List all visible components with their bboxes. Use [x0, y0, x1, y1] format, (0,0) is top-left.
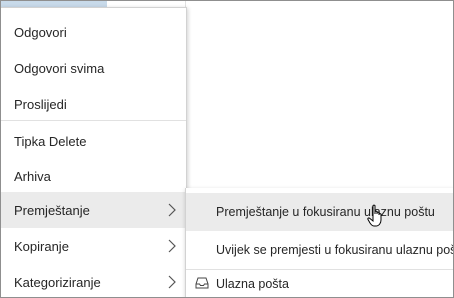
- menu-item-archive[interactable]: Arhiva: [1, 158, 186, 194]
- chevron-right-icon: [168, 275, 176, 289]
- chevron-right-icon: [168, 239, 176, 253]
- menu-item-categorize[interactable]: Kategoriziranje: [1, 264, 186, 297]
- inbox-icon: [195, 277, 209, 289]
- menu-item-reply-all[interactable]: Odgovori svima: [1, 50, 186, 86]
- menu-item-label: Kopiranje: [14, 238, 69, 254]
- menu-item-label: Kategoriziranje: [14, 274, 101, 290]
- app-window: Odgovori Odgovori svima Proslijedi Tipka…: [0, 0, 454, 298]
- menu-item-label: Arhiva: [14, 168, 51, 184]
- hand-pointer-cursor-icon: [367, 204, 382, 227]
- context-menu: Odgovori Odgovori svima Proslijedi Tipka…: [1, 7, 187, 297]
- menu-item-label: Premještanje: [14, 202, 90, 218]
- menu-separator: [1, 120, 186, 121]
- submenu-item-always-move-to-focused[interactable]: Uvijek se premjesti u fokusiranu ulaznu …: [186, 231, 454, 269]
- move-submenu: Premještanje u fokusiranu ulaznu poštu U…: [185, 188, 454, 297]
- menu-item-delete[interactable]: Tipka Delete: [1, 123, 186, 159]
- menu-item-forward[interactable]: Proslijedi: [1, 86, 186, 122]
- menu-item-move[interactable]: Premještanje: [1, 192, 186, 228]
- submenu-item-label: Ulazna pošta: [216, 277, 289, 291]
- submenu-item-label: Premještanje u fokusiranu ulaznu poštu: [216, 205, 435, 219]
- chevron-right-icon: [168, 203, 176, 217]
- submenu-item-label: Uvijek se premjesti u fokusiranu ulaznu …: [216, 243, 454, 257]
- menu-item-label: Odgovori svima: [14, 60, 105, 76]
- menu-item-label: Odgovori: [14, 24, 67, 40]
- menu-item-label: Proslijedi: [14, 96, 67, 112]
- menu-item-copy[interactable]: Kopiranje: [1, 228, 186, 264]
- submenu-item-move-to-focused[interactable]: Premještanje u fokusiranu ulaznu poštu: [186, 193, 453, 231]
- menu-item-label: Tipka Delete: [14, 133, 87, 149]
- menu-item-reply[interactable]: Odgovori: [1, 14, 186, 50]
- submenu-item-inbox[interactable]: Ulazna pošta: [186, 270, 453, 297]
